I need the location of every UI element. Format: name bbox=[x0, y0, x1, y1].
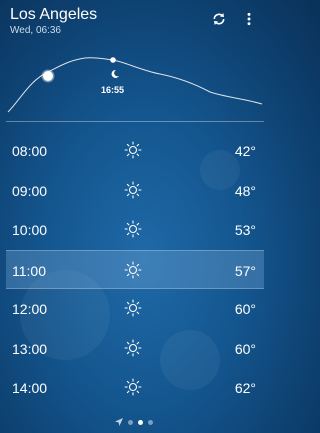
hour-temperature: 42° bbox=[234, 143, 256, 159]
hour-time: 12:00 bbox=[12, 301, 48, 317]
header: Los Angeles Wed, 06:36 bbox=[10, 6, 260, 36]
sun-icon bbox=[123, 260, 143, 280]
sun-icon bbox=[123, 298, 143, 318]
crescent-moon-icon bbox=[111, 69, 119, 78]
hour-time: 10:00 bbox=[12, 222, 48, 238]
hour-temperature: 48° bbox=[234, 182, 256, 199]
hour-time: 09:00 bbox=[12, 182, 48, 199]
sunset-marker bbox=[110, 57, 116, 63]
page-dot[interactable] bbox=[148, 420, 153, 425]
sun-icon bbox=[123, 180, 143, 200]
hourly-forecast-list: 08:00 42° 09:00 48° 10:00 53° 11:00 57° 12:00 60°… bbox=[6, 131, 264, 408]
hour-time: 14:00 bbox=[12, 380, 48, 396]
divider bbox=[6, 121, 264, 122]
sunset-time: 16:55 bbox=[101, 85, 125, 95]
page-indicator bbox=[0, 416, 270, 428]
city-name: Los Angeles bbox=[10, 6, 98, 23]
hour-temperature: 60° bbox=[234, 340, 256, 357]
refresh-icon bbox=[213, 13, 225, 25]
date-time: Wed, 06:36 bbox=[10, 25, 61, 36]
hour-row[interactable]: 11:00 57° bbox=[6, 249, 264, 289]
sun-icon bbox=[123, 140, 143, 160]
hour-temperature: 57° bbox=[234, 262, 256, 279]
hour-row[interactable]: 09:00 48° bbox=[6, 171, 264, 211]
sun-icon bbox=[123, 219, 143, 239]
hour-time: 11:00 bbox=[12, 262, 46, 279]
hour-temperature: 53° bbox=[234, 222, 256, 238]
more-vert-icon bbox=[247, 12, 251, 26]
page-dot-active[interactable] bbox=[138, 420, 143, 425]
more-options-button[interactable] bbox=[238, 8, 260, 30]
page-dot[interactable] bbox=[128, 420, 133, 425]
hour-row[interactable]: 14:00 62° bbox=[6, 368, 264, 408]
sun-path-curve bbox=[7, 57, 263, 113]
sun-icon bbox=[123, 338, 143, 358]
hour-row[interactable]: 08:00 42° bbox=[6, 131, 264, 171]
sun-icon bbox=[123, 377, 143, 397]
hour-temperature: 60° bbox=[234, 301, 256, 317]
sun-path-chart bbox=[7, 57, 263, 113]
hour-time: 13:00 bbox=[12, 340, 48, 357]
sun-position-marker bbox=[41, 69, 55, 83]
hour-temperature: 62° bbox=[234, 380, 256, 396]
hour-row[interactable]: 13:00 60° bbox=[6, 329, 264, 369]
hour-row[interactable]: 10:00 53° bbox=[6, 210, 264, 250]
refresh-button[interactable] bbox=[208, 8, 230, 30]
hour-time: 08:00 bbox=[12, 143, 48, 159]
location-arrow-icon bbox=[115, 418, 123, 426]
hour-row[interactable]: 12:00 60° bbox=[6, 289, 264, 329]
